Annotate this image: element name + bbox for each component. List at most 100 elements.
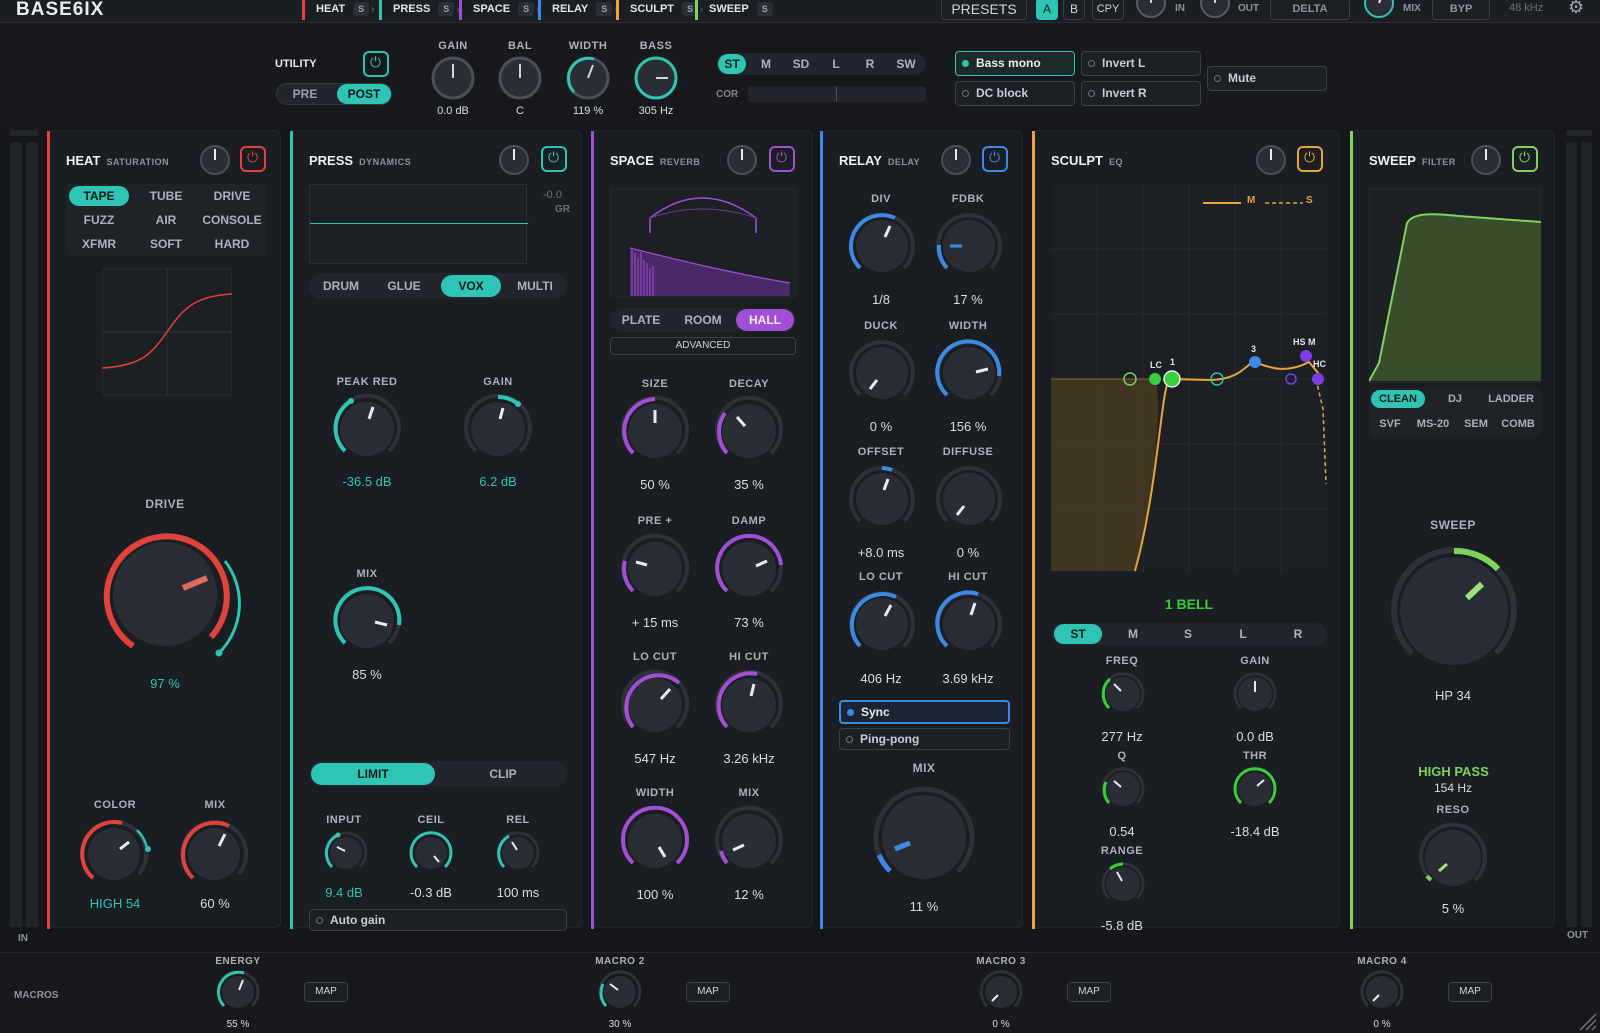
- color-knob[interactable]: [77, 816, 157, 896]
- size-knob[interactable]: [617, 393, 693, 469]
- copy-button[interactable]: CPY: [1092, 0, 1124, 20]
- press-mode-glue[interactable]: GLUE: [375, 275, 433, 297]
- bass-knob[interactable]: [631, 53, 681, 103]
- gear-icon[interactable]: ⚙: [1568, 0, 1584, 18]
- filter-type-sem[interactable]: SEM: [1457, 415, 1495, 433]
- pingpong-toggle[interactable]: Ping-pong: [839, 728, 1010, 750]
- heat-type-console[interactable]: CONSOLE: [198, 210, 266, 230]
- space-hicut-knob[interactable]: [711, 667, 787, 743]
- space-type-hall[interactable]: HALL: [736, 309, 794, 331]
- solo-button-relay[interactable]: S: [596, 2, 613, 16]
- advanced-button[interactable]: ADVANCED: [610, 337, 796, 355]
- diffuse-knob[interactable]: [932, 462, 1006, 536]
- heat-type-drive[interactable]: DRIVE: [201, 186, 263, 206]
- tab-heat[interactable]: HEAT S ›: [302, 0, 374, 20]
- space-width-knob[interactable]: [617, 803, 693, 879]
- mode-st[interactable]: ST: [718, 54, 746, 74]
- bass-mono-toggle[interactable]: Bass mono: [955, 51, 1075, 76]
- sync-toggle[interactable]: Sync: [839, 700, 1010, 724]
- mode-m[interactable]: M: [752, 54, 780, 74]
- heat-type-fuzz[interactable]: FUZZ: [69, 210, 129, 230]
- sweep-trim-knob[interactable]: [1469, 143, 1503, 177]
- solo-button-press[interactable]: S: [438, 2, 455, 16]
- solo-button-sweep[interactable]: S: [756, 2, 773, 16]
- mode-r[interactable]: R: [856, 54, 884, 74]
- heat-type-xfmr[interactable]: XFMR: [69, 234, 129, 254]
- macro-3-knob[interactable]: [977, 968, 1025, 1016]
- press-power-button[interactable]: ⏻: [541, 146, 567, 172]
- eq-graph[interactable]: [1051, 184, 1327, 573]
- press-gain-knob[interactable]: [460, 391, 536, 467]
- filter-type-clean[interactable]: CLEAN: [1371, 390, 1425, 408]
- space-type-room[interactable]: ROOM: [674, 309, 732, 331]
- mode-sd[interactable]: SD: [786, 54, 816, 74]
- predelay-knob[interactable]: [617, 531, 693, 607]
- relay-hicut-knob[interactable]: [932, 587, 1006, 661]
- offset-knob[interactable]: [845, 462, 919, 536]
- macro-4-knob[interactable]: [1358, 968, 1406, 1016]
- drive-knob[interactable]: [95, 521, 245, 671]
- post-button[interactable]: POST: [337, 84, 391, 104]
- heat-power-button[interactable]: ⏻: [240, 146, 266, 172]
- space-locut-knob[interactable]: [617, 667, 693, 743]
- press-mode-multi[interactable]: MULTI: [506, 275, 564, 297]
- eq-mode-r[interactable]: R: [1274, 624, 1322, 644]
- heat-type-hard[interactable]: HARD: [201, 234, 263, 254]
- sculpt-power-button[interactable]: ⏻: [1297, 146, 1323, 172]
- bypass-button[interactable]: BYP: [1432, 0, 1490, 20]
- eq-mode-l[interactable]: L: [1219, 624, 1267, 644]
- invert-r-toggle[interactable]: Invert R: [1081, 81, 1201, 106]
- heat-type-tube[interactable]: TUBE: [136, 186, 196, 206]
- macro-2-knob[interactable]: [596, 968, 644, 1016]
- filter-type-ms20[interactable]: MS-20: [1411, 415, 1455, 433]
- ceil-knob[interactable]: [408, 830, 454, 876]
- relay-width-knob[interactable]: [932, 336, 1006, 410]
- presets-button[interactable]: PRESETS: [941, 0, 1027, 20]
- fdbk-knob[interactable]: [932, 209, 1006, 283]
- reso-knob[interactable]: [1413, 818, 1493, 898]
- pre-button[interactable]: PRE: [279, 84, 331, 104]
- preset-a-button[interactable]: A: [1036, 0, 1058, 20]
- clip-button[interactable]: CLIP: [441, 763, 565, 785]
- tab-sculpt[interactable]: SCULPT S ›: [616, 0, 703, 20]
- tab-press[interactable]: PRESS S ›: [379, 0, 460, 20]
- heat-type-soft[interactable]: SOFT: [136, 234, 196, 254]
- macro-1-knob[interactable]: [214, 968, 262, 1016]
- eq-mode-st[interactable]: ST: [1054, 624, 1102, 644]
- press-trim-knob[interactable]: [497, 143, 531, 177]
- output-knob[interactable]: [1198, 0, 1232, 20]
- space-trim-knob[interactable]: [725, 143, 759, 177]
- filter-type-comb[interactable]: COMB: [1497, 415, 1539, 433]
- eq-q-knob[interactable]: [1098, 764, 1148, 814]
- space-power-button[interactable]: ⏻: [769, 146, 795, 172]
- relay-trim-knob[interactable]: [939, 143, 973, 177]
- tab-space[interactable]: SPACES›: [459, 0, 539, 20]
- preset-b-button[interactable]: B: [1063, 0, 1085, 20]
- mode-l[interactable]: L: [822, 54, 850, 74]
- heat-mix-knob[interactable]: [177, 816, 257, 896]
- heat-type-tape[interactable]: TAPE: [69, 186, 129, 206]
- utility-power-button[interactable]: ⏻: [363, 51, 389, 77]
- balance-knob[interactable]: [495, 53, 545, 103]
- rel-knob[interactable]: [495, 830, 541, 876]
- input-knob[interactable]: [1134, 0, 1168, 20]
- mix-knob[interactable]: [1362, 0, 1396, 20]
- peak-red-knob[interactable]: [329, 391, 405, 467]
- tab-sweep[interactable]: SWEEP S: [695, 0, 773, 20]
- space-mix-knob[interactable]: [711, 803, 787, 879]
- duck-knob[interactable]: [845, 336, 919, 410]
- solo-button-heat[interactable]: S: [353, 2, 370, 16]
- damp-knob[interactable]: [711, 531, 787, 607]
- relay-mix-knob[interactable]: [866, 779, 982, 895]
- solo-button-space[interactable]: S: [518, 2, 535, 16]
- tab-relay[interactable]: RELAYS›: [538, 0, 618, 20]
- heat-type-air[interactable]: AIR: [136, 210, 196, 230]
- space-type-plate[interactable]: PLATE: [612, 309, 670, 331]
- eq-thr-knob[interactable]: [1230, 764, 1280, 814]
- press-mode-vox[interactable]: VOX: [441, 275, 501, 297]
- eq-gain-knob[interactable]: [1230, 669, 1280, 719]
- macro-4-map-button[interactable]: MAP: [1448, 982, 1492, 1002]
- macro-1-map-button[interactable]: MAP: [304, 982, 348, 1002]
- auto-gain-toggle[interactable]: Auto gain: [309, 909, 567, 931]
- resize-grip-icon[interactable]: [1576, 1010, 1598, 1032]
